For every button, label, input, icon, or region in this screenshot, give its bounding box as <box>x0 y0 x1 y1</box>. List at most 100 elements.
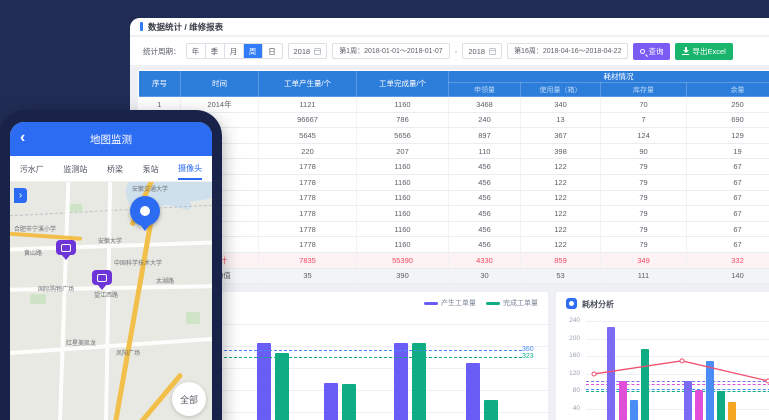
table-cell: 207 <box>357 143 449 159</box>
period-option-日[interactable]: 日 <box>263 44 282 58</box>
table-cell: 67 <box>687 206 769 222</box>
bar-series-magenta[interactable] <box>695 390 703 420</box>
table-cell: 53 <box>521 268 601 284</box>
legend-item-完成工单量[interactable]: 完成工单量 <box>486 298 538 308</box>
table-cell: 220 <box>259 143 357 159</box>
map-label: 合肥市宁溪小学 <box>14 224 56 233</box>
total-row: 合计7835553904330859349332 <box>139 252 769 268</box>
table-cell: 67 <box>687 174 769 190</box>
y-tick-label: 200 <box>558 335 580 342</box>
all-filter-button[interactable]: 全部 <box>172 382 206 416</box>
table-row: 5177811604561227967 <box>139 159 769 175</box>
table-row: 9177811604561227967 <box>139 221 769 237</box>
table-cell: 79 <box>601 221 687 237</box>
bar-完成工单量[interactable] <box>275 353 289 420</box>
table-cell: 129 <box>687 128 769 144</box>
table-cell: 1160 <box>357 206 449 222</box>
map-view[interactable]: › 全部 合肥市宁溪小学安徽交通大学安徽大学黄山路中国科学技术大学太湖路国际购物… <box>10 182 212 420</box>
table-cell: 30 <box>449 268 521 284</box>
table-cell: 398 <box>521 143 601 159</box>
bar-series-magenta[interactable] <box>619 381 627 420</box>
to-week-input[interactable]: 第16周：2018-04-16～2018-04-22 <box>507 43 628 59</box>
phone-tab-污水厂[interactable]: 污水厂 <box>20 158 44 179</box>
from-week-input[interactable]: 第1周：2018-01-01～2018-01-07 <box>332 43 450 59</box>
period-option-周[interactable]: 周 <box>244 44 263 58</box>
table-cell: 1160 <box>357 221 449 237</box>
table-cell: 79 <box>601 174 687 190</box>
period-segmented: 年季月周日 <box>186 43 283 59</box>
table-cell: 1778 <box>259 206 357 222</box>
table-cell: 1778 <box>259 190 357 206</box>
bar-产生工单量[interactable] <box>466 363 480 420</box>
table-cell: 79 <box>601 159 687 175</box>
bar-series-purple[interactable] <box>684 381 692 420</box>
reference-label: 360 <box>522 346 534 353</box>
bar-完成工单量[interactable] <box>484 400 498 420</box>
filter-label: 统计周期： <box>143 46 181 57</box>
bar-series-green[interactable] <box>717 391 725 420</box>
map-label: 安徽交通大学 <box>132 184 168 193</box>
from-year-select[interactable]: 2018 <box>288 43 328 59</box>
phone-header: ‹ 地图监测 <box>10 122 212 156</box>
bar-series-green[interactable] <box>641 349 649 420</box>
table-cell: 456 <box>449 206 521 222</box>
phone-tab-监测站[interactable]: 监测站 <box>63 158 87 179</box>
table-row: 6177811604561227967 <box>139 174 769 190</box>
period-option-月[interactable]: 月 <box>225 44 244 58</box>
table-cell: 79 <box>601 237 687 253</box>
table-cell: 19 <box>687 143 769 159</box>
breadcrumb: 数据统计 / 维修报表 <box>148 21 223 33</box>
legend-swatch <box>486 302 500 305</box>
bar-产生工单量[interactable] <box>394 343 408 420</box>
table-cell: 367 <box>521 128 601 144</box>
table-row: 7177811604561227967 <box>139 190 769 206</box>
breadcrumb-accent <box>140 22 143 31</box>
bar-产生工单量[interactable] <box>257 343 271 420</box>
table-cell: 3468 <box>449 97 521 113</box>
location-pin-icon[interactable] <box>130 196 160 226</box>
phone-mockup: ‹ 地图监测 污水厂监测站桥梁泵站摄像头 › <box>0 110 222 420</box>
period-option-季[interactable]: 季 <box>206 44 225 58</box>
phone-tab-泵站[interactable]: 泵站 <box>143 158 159 179</box>
query-button[interactable]: 查询 <box>633 43 670 60</box>
camera-pin-icon[interactable] <box>56 240 76 255</box>
phone-tab-桥梁[interactable]: 桥梁 <box>107 158 123 179</box>
search-icon <box>640 49 645 54</box>
table-cell: 67 <box>687 190 769 206</box>
bar-完成工单量[interactable] <box>342 384 356 420</box>
camera-pin-icon[interactable] <box>92 270 112 285</box>
reference-label: 323 <box>522 353 534 360</box>
map-highway <box>111 219 153 420</box>
table-cell: 349 <box>601 252 687 268</box>
expand-button[interactable]: › <box>14 188 27 203</box>
report-table-card: 序号时间工单产生量/个工单完成量/个耗材情况申领量使用量（箱）库存量余量1201… <box>138 70 769 284</box>
legend-item-产生工单量[interactable]: 产生工单量 <box>424 298 476 308</box>
table-cell: 5656 <box>357 128 449 144</box>
bar-产生工单量[interactable] <box>324 383 338 420</box>
table-row: 356455656897367124129 <box>139 128 769 144</box>
to-year-value: 2018 <box>468 47 485 56</box>
gridline <box>586 321 769 322</box>
export-excel-button[interactable]: 导出Excel <box>675 43 732 60</box>
bar-series-blue[interactable] <box>706 361 714 420</box>
table-cell: 1160 <box>357 159 449 175</box>
table-cell: 122 <box>521 174 601 190</box>
bar-series-purple[interactable] <box>607 327 615 420</box>
table-cell: 79 <box>601 206 687 222</box>
table-row: 8177811604561227967 <box>139 206 769 222</box>
bar-series-orange[interactable] <box>728 402 736 420</box>
map-label: 黄山路 <box>24 248 42 257</box>
sub-header: 余量 <box>687 83 769 97</box>
map-label: 安徽大学 <box>98 236 122 245</box>
period-option-年[interactable]: 年 <box>187 44 206 58</box>
table-cell: 111 <box>601 268 687 284</box>
table-cell: 140 <box>687 268 769 284</box>
bar-series-blue[interactable] <box>630 400 638 420</box>
y-tick-label: 80 <box>558 387 580 394</box>
table-cell: 1778 <box>259 237 357 253</box>
phone-title: 地图监测 <box>90 132 132 147</box>
back-icon[interactable]: ‹ <box>20 128 25 148</box>
to-year-select[interactable]: 2018 <box>462 43 502 59</box>
bar-完成工单量[interactable] <box>412 343 426 420</box>
phone-tab-摄像头[interactable]: 摄像头 <box>178 157 202 180</box>
